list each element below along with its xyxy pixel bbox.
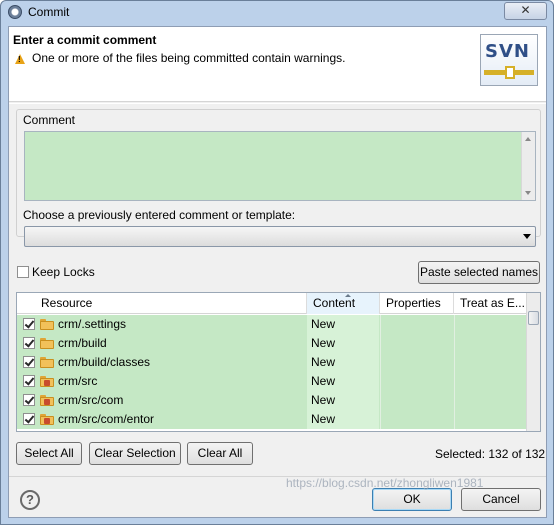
properties-cell xyxy=(380,353,453,372)
scroll-thumb[interactable] xyxy=(528,311,539,325)
row-checkbox[interactable] xyxy=(23,318,35,330)
table-rows: crm/.settings New crm/build New crm/build/cl… xyxy=(17,315,527,429)
resource-cell: crm/.settings xyxy=(17,315,306,334)
resource-label: crm/src/com xyxy=(58,393,124,407)
cancel-button[interactable]: Cancel xyxy=(461,488,541,511)
table-row[interactable]: crm/build/classes New xyxy=(17,353,527,372)
row-checkbox[interactable] xyxy=(23,337,35,349)
table-row[interactable]: crm/build New xyxy=(17,334,527,353)
eclipse-app-icon xyxy=(8,5,22,19)
scroll-up-arrow-icon[interactable] xyxy=(525,137,531,141)
comment-label: Comment xyxy=(23,113,76,127)
column-content-label: Content xyxy=(313,296,356,310)
properties-cell xyxy=(380,315,453,334)
keep-locks-checkbox[interactable] xyxy=(17,266,29,278)
title-bar[interactable]: Commit ✕ xyxy=(1,1,553,25)
select-all-button[interactable]: Select All xyxy=(16,442,82,465)
package-folder-icon xyxy=(40,376,54,387)
treat-as-cell xyxy=(454,353,527,372)
table-row[interactable]: crm/src/com/entor New xyxy=(17,410,527,429)
clear-selection-button[interactable]: Clear Selection xyxy=(89,442,181,465)
close-button[interactable]: ✕ xyxy=(504,2,547,20)
resource-cell: crm/build xyxy=(17,334,306,353)
selection-count: Selected: 132 of 132 xyxy=(435,447,546,461)
table-row[interactable]: crm/src/com New xyxy=(17,391,527,410)
properties-cell xyxy=(380,410,453,429)
resource-label: crm/src/com/entor xyxy=(58,412,155,426)
column-resource[interactable]: Resource xyxy=(17,293,307,314)
comment-textarea[interactable] xyxy=(24,131,536,201)
properties-cell xyxy=(380,391,453,410)
resource-label: crm/build/classes xyxy=(58,355,151,369)
column-content[interactable]: Content xyxy=(307,293,380,314)
keep-locks-label: Keep Locks xyxy=(32,265,95,279)
resource-label: crm/build xyxy=(58,336,107,350)
header-title: Enter a commit comment xyxy=(13,33,157,47)
help-icon[interactable]: ? xyxy=(20,490,40,510)
resource-cell: crm/src/com/entor xyxy=(17,410,306,429)
properties-cell xyxy=(380,372,453,391)
resource-cell: crm/build/classes xyxy=(17,353,306,372)
column-treat-as[interactable]: Treat as E... xyxy=(454,293,527,314)
folder-icon xyxy=(40,357,54,368)
template-combo[interactable] xyxy=(24,226,536,247)
table-row[interactable]: crm/src New xyxy=(17,372,527,391)
row-checkbox[interactable] xyxy=(23,394,35,406)
table-row[interactable]: crm/.settings New xyxy=(17,315,527,334)
treat-as-cell xyxy=(454,315,527,334)
header-warning-message: One or more of the files being committed… xyxy=(32,51,346,65)
resource-label: crm/.settings xyxy=(58,317,127,331)
column-properties[interactable]: Properties xyxy=(380,293,454,314)
row-checkbox[interactable] xyxy=(23,375,35,387)
sort-ascending-icon xyxy=(345,294,351,297)
row-checkbox[interactable] xyxy=(23,356,35,368)
chevron-down-icon[interactable] xyxy=(523,234,531,239)
comment-scrollbar[interactable] xyxy=(521,132,535,200)
resource-cell: crm/src/com xyxy=(17,391,306,410)
scroll-down-arrow-icon[interactable] xyxy=(525,191,531,195)
window-title: Commit xyxy=(28,5,70,19)
ok-button[interactable]: OK xyxy=(372,488,452,511)
content-cell: New xyxy=(307,334,379,353)
dialog-header: Enter a commit comment One or more of th… xyxy=(9,27,546,102)
watermark-text: https://blog.csdn.net/zhongliwen1981 xyxy=(286,476,484,490)
svn-logo: SVN xyxy=(480,34,538,86)
paste-selected-names-button[interactable]: Paste selected names xyxy=(418,261,540,284)
folder-icon xyxy=(40,338,54,349)
package-folder-icon xyxy=(40,395,54,406)
content-cell: New xyxy=(307,315,379,334)
treat-as-cell xyxy=(454,410,527,429)
treat-as-cell xyxy=(454,391,527,410)
treat-as-cell xyxy=(454,334,527,353)
content-cell: New xyxy=(307,353,379,372)
row-checkbox[interactable] xyxy=(23,413,35,425)
clear-all-button[interactable]: Clear All xyxy=(187,442,253,465)
content-cell: New xyxy=(307,372,379,391)
svn-logo-node xyxy=(505,66,515,79)
template-label: Choose a previously entered comment or t… xyxy=(23,208,296,222)
table-header: Resource Content Properties Treat as E..… xyxy=(17,293,527,314)
resource-label: crm/src xyxy=(58,374,98,388)
svn-logo-text: SVN xyxy=(485,41,530,62)
dialog-body: Enter a commit comment One or more of th… xyxy=(8,26,547,518)
package-folder-icon xyxy=(40,414,54,425)
content-cell: New xyxy=(307,391,379,410)
commit-dialog: Commit ✕ Enter a commit comment One or m… xyxy=(0,0,554,525)
warning-icon xyxy=(15,54,25,64)
table-scrollbar[interactable] xyxy=(526,293,540,431)
header-separator xyxy=(9,103,546,104)
folder-icon xyxy=(40,319,54,330)
resource-cell: crm/src xyxy=(17,372,306,391)
content-cell: New xyxy=(307,410,379,429)
properties-cell xyxy=(380,334,453,353)
resource-table: Resource Content Properties Treat as E..… xyxy=(16,292,541,432)
treat-as-cell xyxy=(454,372,527,391)
